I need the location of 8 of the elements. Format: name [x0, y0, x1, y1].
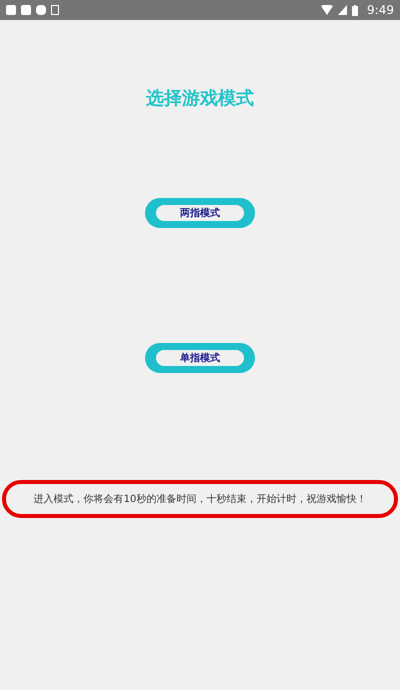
mode-button[interactable]: 两指模式	[145, 198, 255, 228]
signal-icon	[338, 5, 348, 15]
battery-icon	[352, 4, 358, 16]
wifi-icon	[321, 5, 334, 15]
mode-button[interactable]: 单指模式	[145, 343, 255, 373]
notice-text: 进入模式，你将会有10秒的准备时间，十秒结束，开始计时，祝游戏愉快！	[2, 480, 398, 518]
status-time: 9:49	[367, 3, 394, 17]
page-title: 选择游戏模式	[146, 87, 254, 110]
